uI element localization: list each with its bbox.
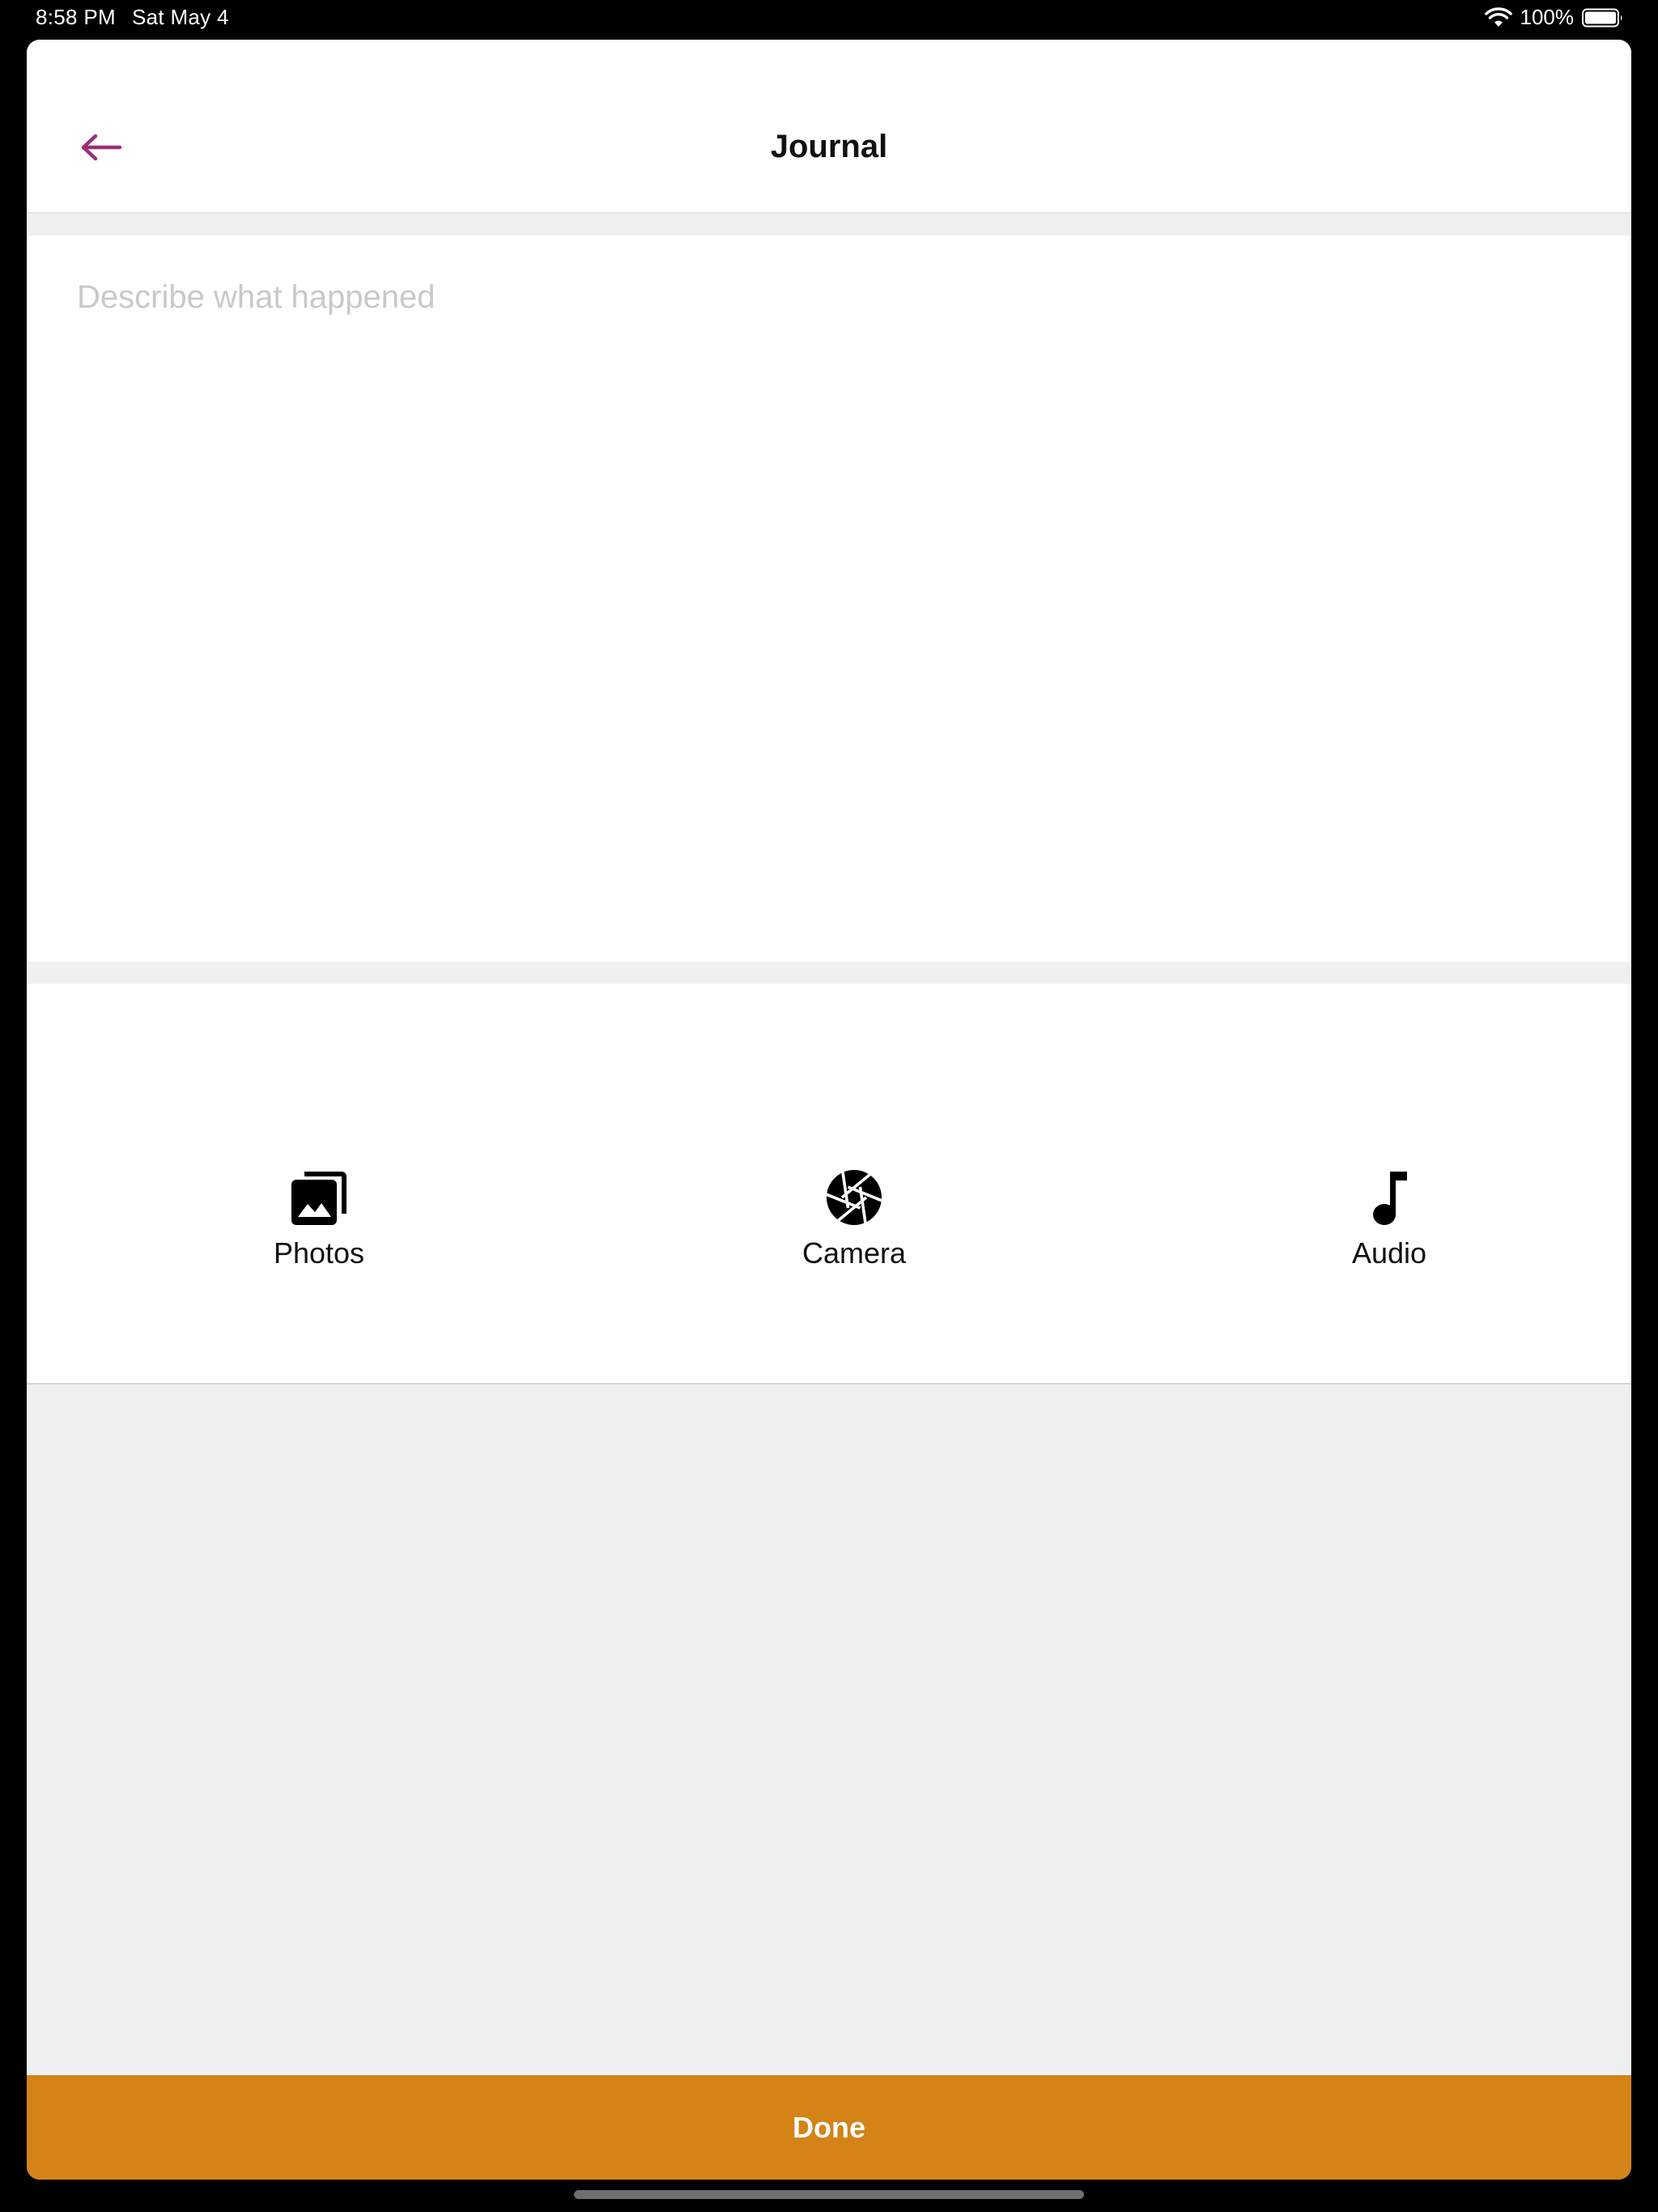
status-bar: 8:58 PM Sat May 4 100% [0, 0, 1658, 39]
description-input[interactable] [77, 279, 1581, 927]
journal-sheet: Journal Photos [27, 40, 1631, 2180]
header: Journal [27, 40, 1631, 214]
photos-button[interactable]: Photos [222, 1168, 416, 1298]
camera-aperture-icon [827, 1170, 882, 1225]
battery-icon [1582, 8, 1622, 27]
camera-button[interactable]: Camera [757, 1168, 951, 1298]
audio-label: Audio [1351, 1236, 1427, 1270]
battery-percentage: 100% [1520, 5, 1575, 29]
camera-label: Camera [801, 1236, 907, 1270]
status-indicators: 100% [1484, 5, 1625, 30]
status-date: Sat May 4 [132, 5, 229, 29]
audio-button[interactable]: Audio [1292, 1168, 1486, 1298]
empty-content-area [27, 1385, 1631, 2075]
section-divider [27, 962, 1631, 984]
section-divider [27, 214, 1631, 236]
status-time: 8:58 PM [36, 5, 116, 29]
photos-icon [291, 1172, 346, 1225]
description-section [27, 236, 1631, 962]
music-note-icon [1373, 1172, 1407, 1225]
home-indicator[interactable] [574, 2190, 1084, 2199]
wifi-icon [1484, 6, 1512, 27]
page-title: Journal [770, 129, 888, 164]
done-button[interactable]: Done [27, 2075, 1631, 2180]
media-options: Photos Camera Audio [27, 984, 1631, 1385]
photos-label: Photos [273, 1236, 365, 1270]
